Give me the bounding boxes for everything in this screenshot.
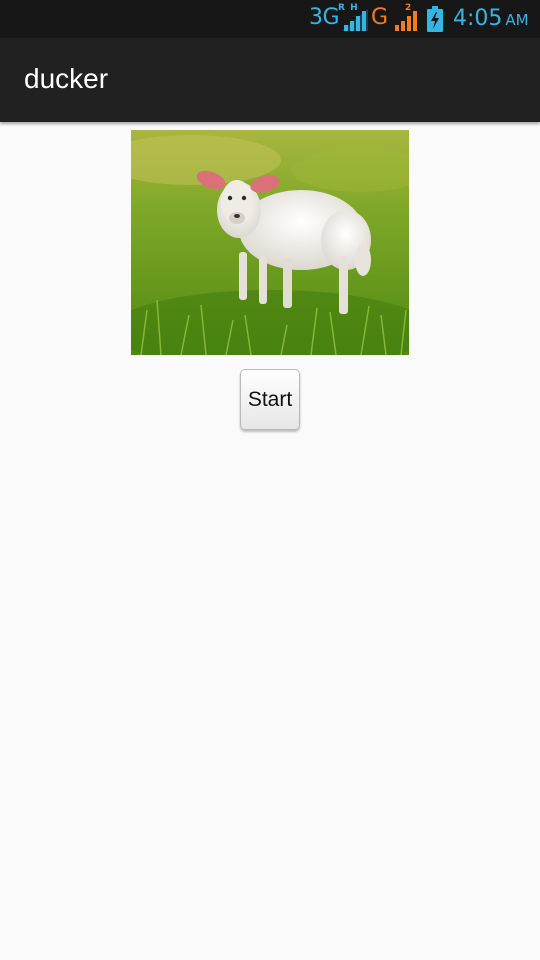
action-bar: ducker xyxy=(0,38,540,122)
sim2-network-type: G xyxy=(371,5,389,30)
clock-time: 4:05 xyxy=(453,6,503,31)
status-bar: 3G R H G 2 4:05 AM xyxy=(0,0,540,38)
sim1-signal-icon xyxy=(342,9,368,31)
sim1-network-type: 3G xyxy=(309,5,340,30)
sim2-slot-indicator: 2 xyxy=(405,3,412,13)
clock-ampm: AM xyxy=(505,11,529,29)
clock: 4:05 AM xyxy=(453,6,529,31)
start-button[interactable]: Start xyxy=(240,369,300,430)
battery-charging-icon xyxy=(427,6,443,32)
lamb-image xyxy=(131,130,409,355)
app-title: ducker xyxy=(24,63,109,94)
